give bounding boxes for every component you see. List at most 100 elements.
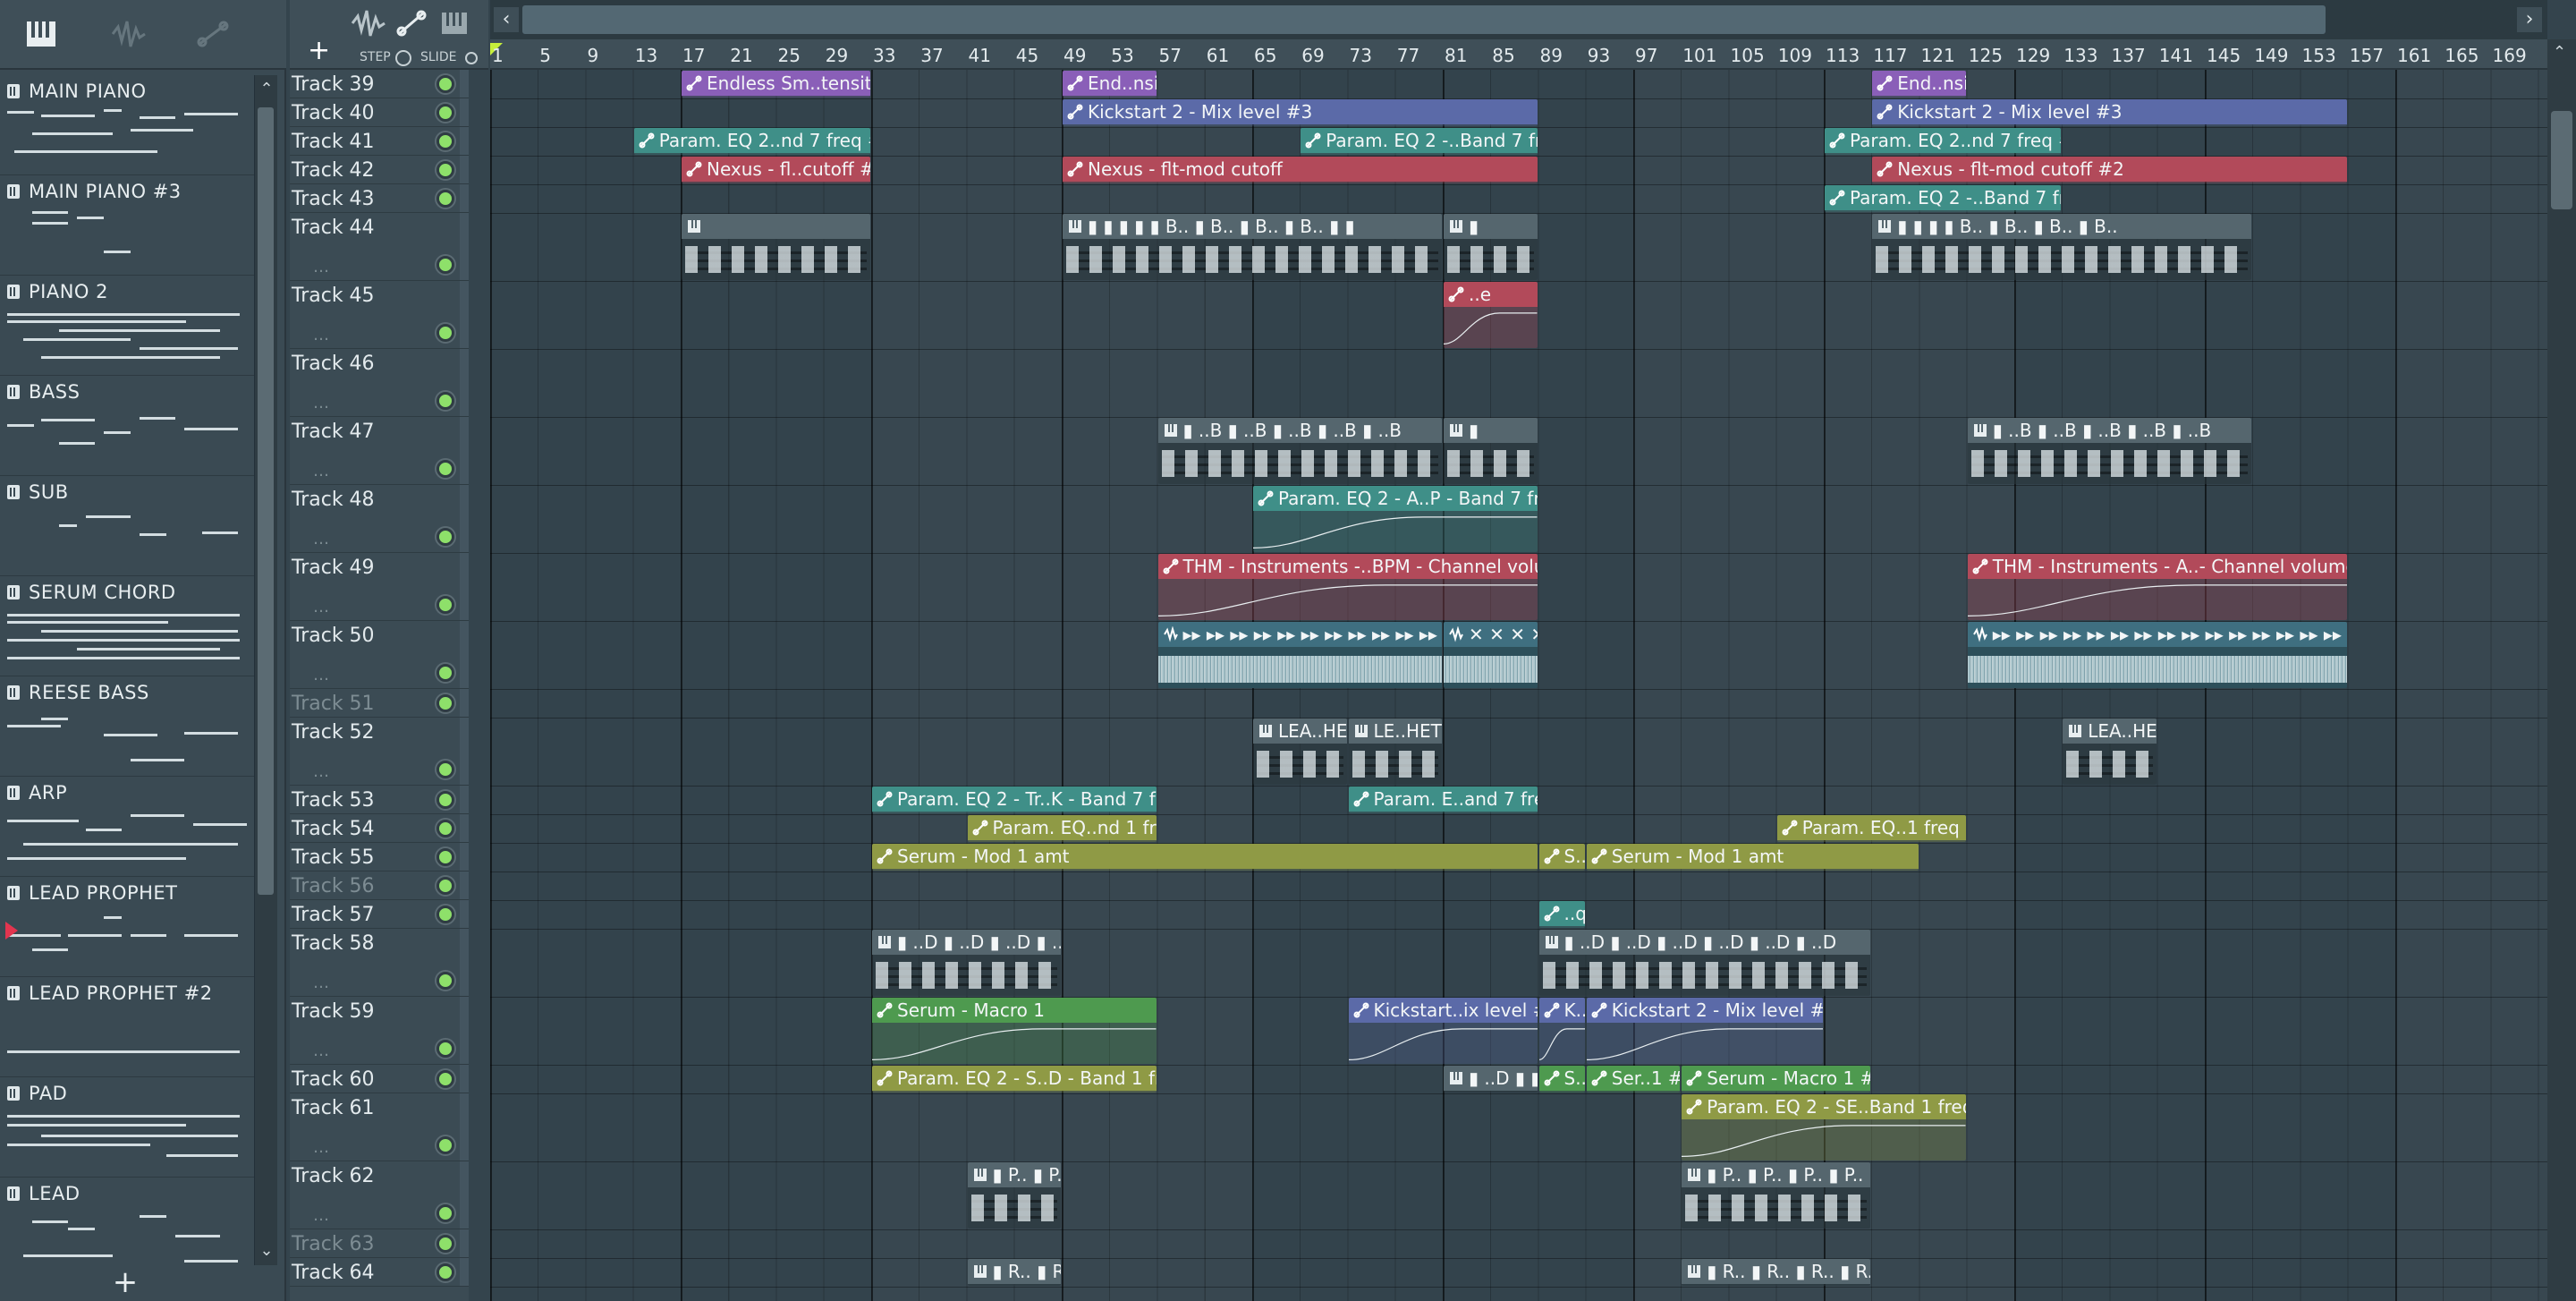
track-mute-led[interactable] — [436, 1263, 454, 1281]
clip-header[interactable]: ▮ ..B ▮ ..B ▮ ..B ▮ ..B ▮ ..B — [1967, 418, 2252, 443]
automation-clip[interactable]: Serum - Mod 1 amt — [1586, 844, 1919, 871]
clip-header[interactable]: Param. EQ..nd 1 freq — [967, 815, 1157, 840]
track-name[interactable]: Track 44 — [292, 217, 375, 239]
clip-header[interactable]: THM - Instruments -..BPM - Channel volum… — [1157, 554, 1538, 579]
clip-header[interactable]: ▮ — [1444, 418, 1538, 443]
track-mute-led[interactable] — [436, 791, 454, 809]
pattern-item[interactable]: MAIN PIANO #3 — [0, 175, 254, 276]
clip-header[interactable]: ▮ ..B ▮ ..B ▮ ..B ▮ ..B ▮ ..B — [1157, 418, 1442, 443]
clip-header[interactable]: Kickstart 2 - Mix level #3 — [1872, 99, 2347, 124]
pattern-clip[interactable]: ▮ — [1444, 214, 1538, 280]
track-name[interactable]: Track 64 — [292, 1262, 375, 1284]
slide-toggle[interactable] — [465, 52, 478, 64]
clip-header[interactable] — [682, 214, 870, 239]
track-name[interactable]: Track 40 — [292, 102, 375, 124]
audio-wave-icon[interactable] — [349, 5, 388, 41]
clip-header[interactable]: K.. — [1538, 998, 1585, 1023]
track-resize-grip[interactable] — [460, 1161, 469, 1229]
clip-header[interactable]: Kickstart 2 - Mix level #4 — [1586, 998, 1823, 1023]
track-header[interactable]: Track 47… — [290, 417, 469, 485]
track-header[interactable]: Track 55 — [290, 843, 469, 872]
pattern-item[interactable]: ARP — [0, 777, 254, 877]
clip-header[interactable]: ▮ R.. ▮ R.. ▮ R.. ▮ R.. — [1682, 1259, 1871, 1284]
automation-clip[interactable]: Serum - Macro 1 #2 — [1682, 1066, 1871, 1093]
clip-header[interactable]: Param. EQ 2 -..Band 7 freq — [1301, 128, 1538, 153]
automation-clip[interactable]: Param. EQ 2 -..Band 7 freq — [1825, 185, 2062, 212]
automation-clip[interactable]: Param. EQ 2 -..Band 7 freq — [1301, 128, 1538, 155]
track-name[interactable]: Track 62 — [292, 1165, 375, 1187]
clip-header[interactable]: ▮ ▮ ▮ ▮ ▮ B.. ▮ B.. ▮ B.. ▮ B.. ▮ ▮ — [1063, 214, 1442, 239]
track-mute-led[interactable] — [436, 161, 454, 179]
pattern-item[interactable]: LEAD PROPHET — [0, 877, 254, 977]
audio-clip[interactable]: ✕ ✕ ✕ ✕ — [1444, 622, 1538, 688]
automation-clip[interactable]: S.. — [1538, 1066, 1585, 1093]
picker-scroll-thumb[interactable] — [258, 107, 274, 895]
track-name[interactable]: Track 63 — [292, 1233, 375, 1255]
pattern-clip[interactable]: LE..HET — [1348, 719, 1442, 785]
track-name[interactable]: Track 47 — [292, 421, 375, 443]
pattern-clip[interactable]: ▮ ..D ▮ ..D ▮ ..D ▮ ..D ▮ ..D ▮ ..D — [1538, 930, 1871, 996]
track-header[interactable]: Track 49… — [290, 553, 469, 621]
clip-header[interactable]: S.. — [1538, 844, 1585, 869]
song-overview[interactable]: ‹ › — [490, 0, 2547, 39]
pattern-item[interactable]: LEAD — [0, 1178, 254, 1265]
pattern-item[interactable]: REESE BASS — [0, 676, 254, 777]
track-name[interactable]: Track 42 — [292, 159, 375, 182]
clip-header[interactable]: ▮ ..D ▮ ▮ — [1444, 1066, 1538, 1091]
automation-clip[interactable]: Param. EQ 2..nd 7 freq #3 — [633, 128, 870, 155]
pattern-item[interactable]: MAIN PIANO — [0, 75, 254, 175]
automation-clip-icon[interactable] — [188, 13, 238, 55]
clip-header[interactable]: LE..HET — [1348, 719, 1442, 744]
automation-clip[interactable]: Param. EQ 2 - S..D - Band 1 freq — [872, 1066, 1157, 1093]
clip-header[interactable]: Param. EQ..1 freq #2 — [1776, 815, 1966, 840]
pattern-clip[interactable]: ▮ ..D ▮ ..D ▮ ..D ▮ ..D — [872, 930, 1061, 996]
track-name[interactable]: Track 39 — [292, 73, 375, 96]
clip-header[interactable]: ..e — [1444, 282, 1538, 307]
automation-clip[interactable]: Nexus - fl..cutoff #3 — [682, 157, 870, 183]
automation-clip[interactable]: Param. EQ..1 freq #2 — [1776, 815, 1966, 842]
track-header[interactable]: Track 42 — [290, 156, 469, 184]
track-name[interactable]: Track 61 — [292, 1097, 375, 1119]
track-mute-led[interactable] — [436, 75, 454, 93]
track-mute-led[interactable] — [436, 1070, 454, 1088]
pattern-clip[interactable]: ▮ P.. ▮ P.. ▮ P.. ▮ P.. — [1682, 1162, 1871, 1229]
automation-clip[interactable]: Param. E..and 7 freq — [1348, 787, 1538, 813]
automation-clip[interactable]: ..e — [1444, 282, 1538, 348]
clip-header[interactable]: Param. EQ 2..nd 7 freq #2 — [1825, 128, 2062, 153]
pattern-clip[interactable]: LEA..HET — [1253, 719, 1347, 785]
clip-header[interactable]: Nexus - fl..cutoff #3 — [682, 157, 870, 182]
automation-clip[interactable]: K.. — [1538, 998, 1585, 1064]
track-mute-led[interactable] — [436, 1204, 454, 1222]
clip-header[interactable]: ▮ ..D ▮ ..D ▮ ..D ▮ ..D — [872, 930, 1061, 955]
track-header[interactable]: Track 63 — [290, 1229, 469, 1258]
track-header[interactable]: Track 40 — [290, 98, 469, 127]
pattern-item[interactable]: PIANO 2 — [0, 276, 254, 376]
playlist-vertical-scrollbar[interactable]: ⌃ — [2547, 39, 2576, 1301]
track-mute-led[interactable] — [436, 664, 454, 682]
clip-header[interactable]: Param. EQ 2 -..Band 7 freq — [1825, 185, 2062, 210]
track-mute-led[interactable] — [436, 848, 454, 866]
track-resize-grip[interactable] — [460, 997, 469, 1064]
track-resize-grip[interactable] — [460, 1258, 469, 1286]
clip-header[interactable]: Kickstart 2 - Mix level #3 — [1063, 99, 1538, 124]
track-mute-led[interactable] — [436, 972, 454, 990]
track-name[interactable]: Track 56 — [292, 875, 375, 897]
track-mute-led[interactable] — [436, 596, 454, 614]
track-name[interactable]: Track 58 — [292, 932, 375, 955]
track-mute-led[interactable] — [436, 324, 454, 342]
pattern-clip[interactable]: ▮ R.. ▮ R.. — [967, 1259, 1061, 1286]
track-name[interactable]: Track 49 — [292, 557, 375, 579]
scroll-up-icon[interactable]: ⌃ — [2553, 43, 2566, 62]
playlist-grid[interactable]: Endless Sm..tensit #2 End..nsit End..nsit K… — [490, 70, 2547, 1301]
track-resize-grip[interactable] — [460, 1065, 469, 1093]
clip-header[interactable]: ▮ ▮ ▮ ▮ B.. ▮ B.. ▮ B.. ▮ B.. — [1872, 214, 2252, 239]
track-mute-led[interactable] — [436, 256, 454, 274]
clip-header[interactable]: Param. E..and 7 freq — [1348, 787, 1538, 812]
clip-header[interactable]: Param. EQ 2 - S..D - Band 1 freq — [872, 1066, 1157, 1091]
track-mute-led[interactable] — [436, 392, 454, 410]
track-header[interactable]: Track 41 — [290, 127, 469, 156]
clip-header[interactable]: Nexus - flt-mod cutoff — [1063, 157, 1538, 182]
clip-header[interactable]: S.. — [1538, 1066, 1585, 1091]
automation-clip[interactable]: Endless Sm..tensit #2 — [682, 71, 870, 98]
automation-clip[interactable]: End..nsit — [1872, 71, 1966, 98]
